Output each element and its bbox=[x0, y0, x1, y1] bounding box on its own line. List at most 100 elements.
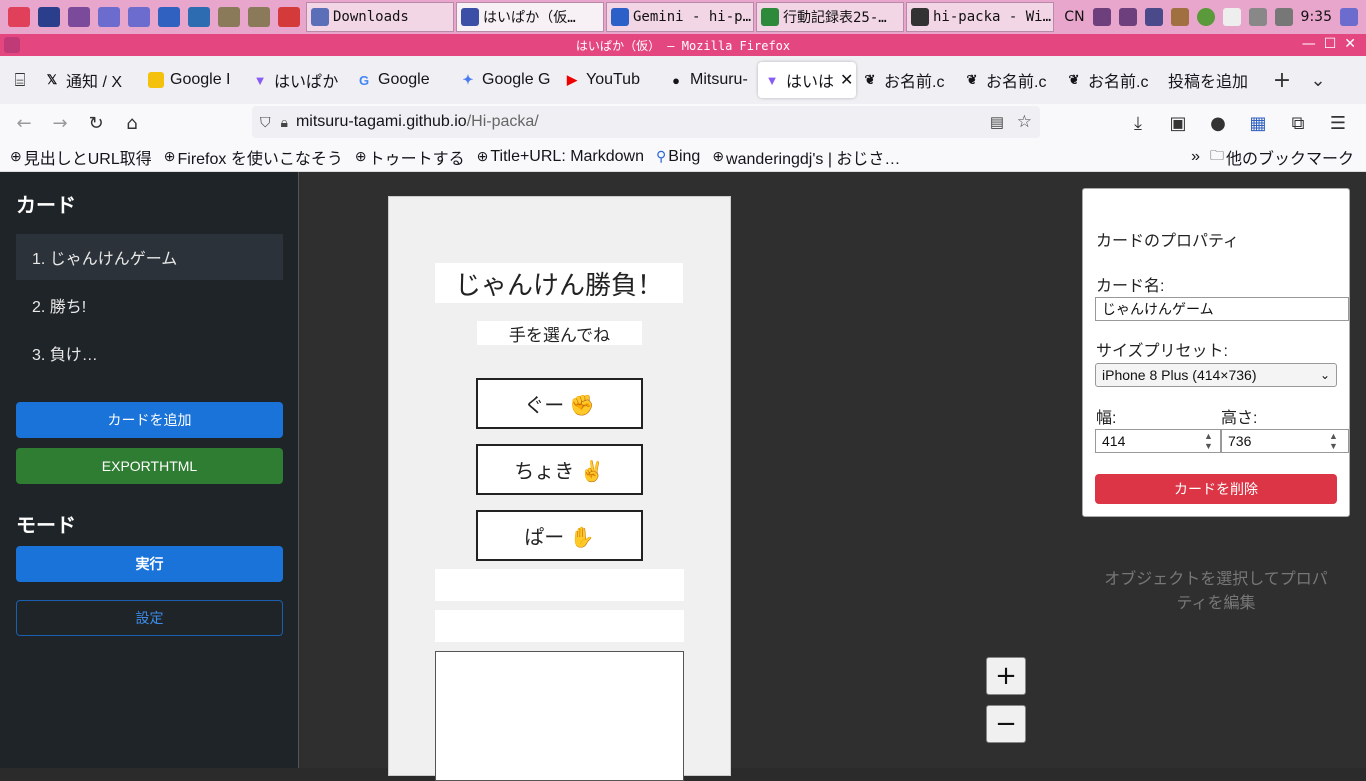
zoom-in-button[interactable]: + bbox=[986, 657, 1026, 695]
lock-icon[interactable]: 🔒︎ bbox=[281, 114, 288, 131]
list-tabs-icon[interactable]: ⌄ bbox=[1300, 65, 1336, 95]
reload-icon[interactable]: ↻ bbox=[78, 108, 114, 138]
extensions-icon[interactable]: ⧉ bbox=[1280, 108, 1316, 138]
files-icon[interactable] bbox=[128, 7, 150, 27]
drive-icon[interactable] bbox=[1248, 8, 1267, 26]
scissors-button[interactable]: ちょき ✌ bbox=[476, 444, 643, 495]
delete-card-button[interactable]: カードを削除 bbox=[1095, 474, 1337, 504]
tab[interactable]: ▶ YouTub bbox=[558, 62, 662, 98]
status-icon[interactable] bbox=[1196, 8, 1215, 26]
tab-active[interactable]: ▼ はいは ✕ bbox=[758, 62, 856, 98]
bookmark-item[interactable]: ⊕ Title+URL: Markdown bbox=[477, 148, 644, 166]
settings-button[interactable]: 設定 bbox=[16, 600, 283, 636]
input-method[interactable]: CN bbox=[1064, 9, 1084, 25]
size-preset-select[interactable]: iPhone 8 Plus (414×736) ⌄ bbox=[1095, 363, 1337, 387]
clock[interactable]: 9:35 bbox=[1301, 9, 1332, 25]
stage-subtitle[interactable]: 手を選んでね bbox=[477, 321, 642, 345]
app-menu-icon[interactable] bbox=[8, 7, 30, 27]
tab[interactable]: 投稿を追加 bbox=[1162, 62, 1262, 98]
add-card-button[interactable]: カードを追加 bbox=[16, 402, 283, 438]
tool-icon[interactable] bbox=[218, 7, 240, 27]
task-downloads[interactable]: Downloads bbox=[306, 2, 454, 32]
keep-icon bbox=[148, 72, 164, 88]
tab[interactable]: ❦ お名前.c bbox=[856, 62, 958, 98]
run-button[interactable]: 実行 bbox=[16, 546, 283, 582]
chevron-right-icon[interactable]: » bbox=[1191, 148, 1200, 166]
tab[interactable]: ❦ お名前.c bbox=[1060, 62, 1162, 98]
card-name-input[interactable] bbox=[1095, 297, 1349, 321]
size-preset-label: サイズプリセット: bbox=[1096, 343, 1228, 360]
alert-icon[interactable] bbox=[1092, 8, 1111, 26]
files-icon[interactable] bbox=[98, 7, 120, 27]
back-icon[interactable]: ← bbox=[6, 108, 42, 138]
task-gemini[interactable]: Gemini - hi-p… bbox=[606, 2, 754, 32]
settings-icon[interactable] bbox=[68, 7, 90, 27]
vivaldi-icon[interactable] bbox=[278, 7, 300, 27]
globe-icon: ⊕ bbox=[712, 148, 725, 164]
minimize-icon[interactable]: — bbox=[1302, 36, 1316, 52]
container-icon[interactable]: ▣ bbox=[1160, 108, 1196, 138]
bookmark-item[interactable]: ⊕ 見出しとURL取得 bbox=[10, 145, 152, 169]
url-bar[interactable]: ⛉ 🔒︎ mitsuru-tagami.github.io/Hi-packa/ … bbox=[252, 106, 1040, 138]
bookmark-label: Bing bbox=[668, 147, 701, 165]
result-text-box[interactable] bbox=[435, 569, 684, 601]
card-item-1[interactable]: 1. じゃんけんゲーム bbox=[16, 234, 283, 280]
new-tab-icon[interactable]: + bbox=[1264, 65, 1300, 95]
monitor-icon[interactable] bbox=[158, 7, 180, 27]
window-icon bbox=[311, 8, 329, 26]
account-icon[interactable]: ● bbox=[1200, 108, 1236, 138]
bookmark-item[interactable]: ⊕ トゥートする bbox=[355, 145, 465, 169]
tool-icon[interactable] bbox=[248, 7, 270, 27]
other-bookmarks[interactable]: » 🗀︎ 他のブックマーク bbox=[1191, 145, 1354, 169]
task-firefox[interactable]: はいぱか（仮… bbox=[456, 2, 604, 32]
task-wiki[interactable]: hi-packa - Wi… bbox=[906, 2, 1054, 32]
editor-icon[interactable] bbox=[188, 7, 210, 27]
stepper-icon[interactable]: ▲ ▼ bbox=[1204, 431, 1213, 451]
home-icon[interactable]: ⌂ bbox=[114, 108, 150, 138]
image-box[interactable] bbox=[435, 651, 684, 781]
bookmark-item[interactable]: ⊕ Firefox を使いこなそう bbox=[164, 145, 343, 169]
tab[interactable]: ✦ Google G bbox=[454, 62, 558, 98]
tab[interactable]: ▼ はいぱか bbox=[246, 62, 350, 98]
menu-icon[interactable]: ☰ bbox=[1320, 108, 1356, 138]
message-text-box[interactable] bbox=[435, 610, 684, 642]
translate-page-icon[interactable]: ▤ bbox=[990, 113, 1004, 131]
tab[interactable]: 𝕏 通知 / X bbox=[38, 62, 142, 98]
shield-icon[interactable]: ⛉ bbox=[260, 114, 271, 131]
shield-icon[interactable] bbox=[1118, 8, 1137, 26]
card-item-2[interactable]: 2. 勝ち! bbox=[16, 282, 283, 328]
firefox-view-icon[interactable]: ⌸ bbox=[2, 65, 38, 95]
volume-icon[interactable] bbox=[1274, 8, 1293, 26]
bookmark-item[interactable]: ⚲ Bing bbox=[656, 148, 700, 166]
youtube-icon: ▶ bbox=[567, 72, 577, 87]
terminal-icon[interactable] bbox=[38, 7, 60, 27]
maximize-icon[interactable]: ☐ bbox=[1324, 36, 1337, 52]
tab[interactable]: Google I bbox=[142, 62, 246, 98]
stage-title[interactable]: じゃんけん勝負！ bbox=[435, 263, 683, 303]
network-icon[interactable] bbox=[1144, 8, 1163, 26]
export-html-button[interactable]: EXPORTHTML bbox=[16, 448, 283, 484]
clipboard-icon[interactable] bbox=[1222, 8, 1241, 26]
bookmark-star-icon[interactable]: ☆ bbox=[1017, 112, 1032, 132]
stepper-icon[interactable]: ▲ ▼ bbox=[1329, 431, 1338, 451]
tab[interactable]: ● Mitsuru- bbox=[662, 62, 758, 98]
translate-icon[interactable]: ▦ bbox=[1240, 108, 1276, 138]
close-tab-icon[interactable]: ✕ bbox=[840, 70, 853, 90]
task-spreadsheet[interactable]: 行動記録表25-… bbox=[756, 2, 904, 32]
notes-icon[interactable] bbox=[1340, 8, 1358, 26]
rock-button[interactable]: ぐー ✊ bbox=[476, 378, 643, 429]
downloads-icon[interactable]: ⤓ bbox=[1120, 108, 1156, 138]
bookmark-item[interactable]: ⊕ wanderingdj's | おじさ… bbox=[712, 145, 900, 169]
close-icon[interactable]: ✕ bbox=[1344, 36, 1356, 52]
zoom-out-button[interactable]: − bbox=[986, 705, 1026, 743]
card-canvas[interactable]: じゃんけん勝負！ 手を選んでね ぐー ✊ ちょき ✌ ぱー ✋ bbox=[388, 196, 731, 781]
paper-button[interactable]: ぱー ✋ bbox=[476, 510, 643, 561]
card-item-3[interactable]: 3. 負け… bbox=[16, 330, 283, 376]
tab[interactable]: G Google bbox=[350, 62, 454, 98]
onamae-icon: ❦ bbox=[864, 72, 876, 87]
tab[interactable]: ❦ お名前.c bbox=[958, 62, 1060, 98]
url-path: /Hi-packa/ bbox=[466, 113, 539, 130]
width-input[interactable] bbox=[1095, 429, 1221, 453]
forward-icon[interactable]: → bbox=[42, 108, 78, 138]
tool-icon[interactable] bbox=[1170, 8, 1189, 26]
